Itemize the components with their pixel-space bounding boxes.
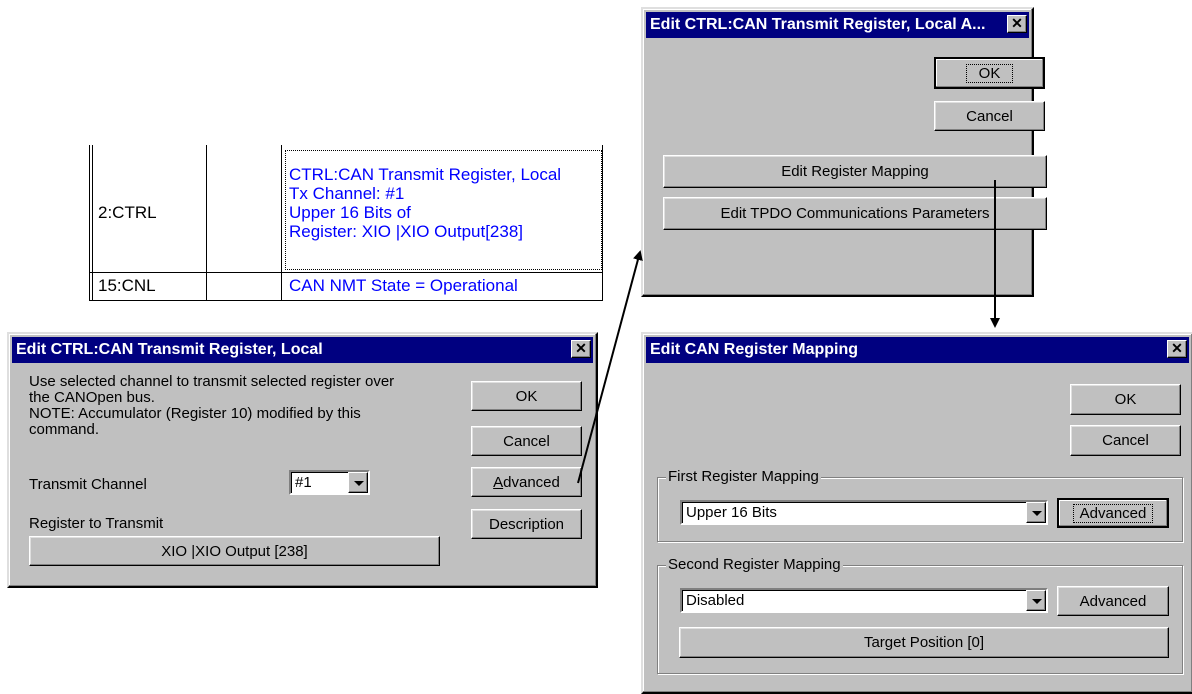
- cancel-button-label: Cancel: [966, 107, 1013, 125]
- close-icon[interactable]: ✕: [1007, 15, 1027, 33]
- edit-transmit-register-dialog: Edit CTRL:CAN Transmit Register, Local ✕…: [7, 332, 598, 588]
- first-advanced-label: Advanced: [1072, 503, 1154, 523]
- ok-button[interactable]: OK: [471, 381, 582, 411]
- description-line: NOTE: Accumulator (Register 10) modified…: [29, 405, 361, 422]
- dialog-title: Edit CAN Register Mapping: [650, 341, 859, 358]
- cancel-button-label: Cancel: [1102, 432, 1149, 449]
- first-mapping-value: Upper 16 Bits: [686, 504, 777, 521]
- transmit-channel-label: Transmit Channel: [29, 476, 147, 493]
- ok-button[interactable]: OK: [1070, 384, 1181, 415]
- description-line: the CANOpen bus.: [29, 389, 155, 406]
- register-to-transmit-label: Register to Transmit: [29, 515, 164, 532]
- edit-register-mapping-button[interactable]: Edit Register Mapping: [663, 155, 1047, 188]
- second-advanced-button[interactable]: Advanced: [1057, 586, 1169, 616]
- advanced-button-label: Advanced: [493, 474, 560, 491]
- chevron-down-icon[interactable]: [1026, 590, 1046, 611]
- group-title: Second Register Mapping: [666, 556, 843, 573]
- advanced-button[interactable]: Advanced: [471, 467, 582, 497]
- comment-line: Upper 16 Bits of: [289, 203, 411, 222]
- comment-line: Tx Channel: #1: [289, 184, 405, 203]
- dialog-titlebar[interactable]: Edit CTRL:CAN Transmit Register, Local ✕: [12, 337, 593, 363]
- chevron-down-icon[interactable]: [348, 472, 368, 493]
- row-label[interactable]: 15:CNL: [98, 276, 156, 296]
- table-divider: [281, 145, 282, 301]
- cancel-button-label: Cancel: [503, 432, 550, 450]
- dialog-title: Edit CTRL:CAN Transmit Register, Local: [16, 341, 323, 358]
- table-row-divider: [89, 272, 603, 273]
- ok-button-label: OK: [965, 63, 1014, 83]
- ok-button-label: OK: [1114, 391, 1137, 408]
- table-border: [92, 145, 93, 301]
- edit-register-mapping-label: Edit Register Mapping: [781, 163, 929, 180]
- edit-tpdo-parameters-button[interactable]: Edit TPDO Communications Parameters: [663, 197, 1047, 230]
- edit-tpdo-parameters-label: Edit TPDO Communications Parameters: [720, 205, 990, 222]
- first-advanced-button[interactable]: Advanced: [1057, 498, 1169, 528]
- program-table: 2:CTRL CTRL:CAN Transmit Register, Local…: [89, 145, 603, 301]
- close-icon[interactable]: ✕: [1167, 340, 1187, 358]
- table-border: [89, 145, 90, 301]
- cancel-button[interactable]: Cancel: [471, 426, 582, 456]
- target-position-label: Target Position [0]: [863, 634, 985, 651]
- transmit-channel-value: #1: [295, 474, 312, 491]
- table-divider: [206, 145, 207, 301]
- row-comment[interactable]: CTRL:CAN Transmit Register, Local Tx Cha…: [289, 165, 561, 241]
- description-line: command.: [29, 421, 100, 438]
- table-bottom-border: [89, 300, 603, 301]
- description-button[interactable]: Description: [471, 509, 582, 539]
- second-mapping-value: Disabled: [686, 592, 745, 609]
- group-title: First Register Mapping: [666, 468, 821, 485]
- cancel-button[interactable]: Cancel: [934, 101, 1045, 131]
- first-mapping-select[interactable]: Upper 16 Bits: [680, 500, 1048, 525]
- register-select-button[interactable]: XIO |XIO Output [238]: [29, 536, 440, 566]
- dialog-titlebar[interactable]: Edit CTRL:CAN Transmit Register, Local A…: [646, 12, 1029, 38]
- dialog-titlebar[interactable]: Edit CAN Register Mapping ✕: [646, 337, 1189, 363]
- table-border: [602, 145, 603, 301]
- transmit-advanced-dialog: Edit CTRL:CAN Transmit Register, Local A…: [641, 7, 1047, 297]
- ok-button-label: OK: [515, 387, 538, 405]
- row-comment[interactable]: CAN NMT State = Operational: [289, 276, 518, 296]
- ok-button[interactable]: OK: [934, 57, 1045, 89]
- description-button-label: Description: [488, 515, 565, 533]
- comment-line: CTRL:CAN Transmit Register, Local: [289, 165, 562, 184]
- accelerator-letter: A: [493, 473, 504, 491]
- transmit-channel-select[interactable]: #1: [289, 470, 370, 495]
- description-line: Use selected channel to transmit selecte…: [29, 373, 395, 390]
- row-label[interactable]: 2:CTRL: [98, 203, 157, 223]
- dialog-title: Edit CTRL:CAN Transmit Register, Local A…: [650, 16, 986, 33]
- comment-line: Register: XIO |XIO Output[238]: [289, 222, 524, 241]
- cancel-button[interactable]: Cancel: [1070, 425, 1181, 456]
- advanced-label-rest: dvanced: [503, 473, 560, 491]
- close-icon[interactable]: ✕: [571, 340, 591, 358]
- second-advanced-label: Advanced: [1079, 592, 1147, 610]
- register-value: XIO |XIO Output [238]: [161, 542, 308, 560]
- chevron-down-icon[interactable]: [1026, 502, 1046, 523]
- target-position-button[interactable]: Target Position [0]: [679, 627, 1169, 658]
- second-mapping-select[interactable]: Disabled: [680, 588, 1048, 613]
- edit-can-register-mapping-dialog: Edit CAN Register Mapping ✕ OK Cancel Fi…: [641, 332, 1192, 694]
